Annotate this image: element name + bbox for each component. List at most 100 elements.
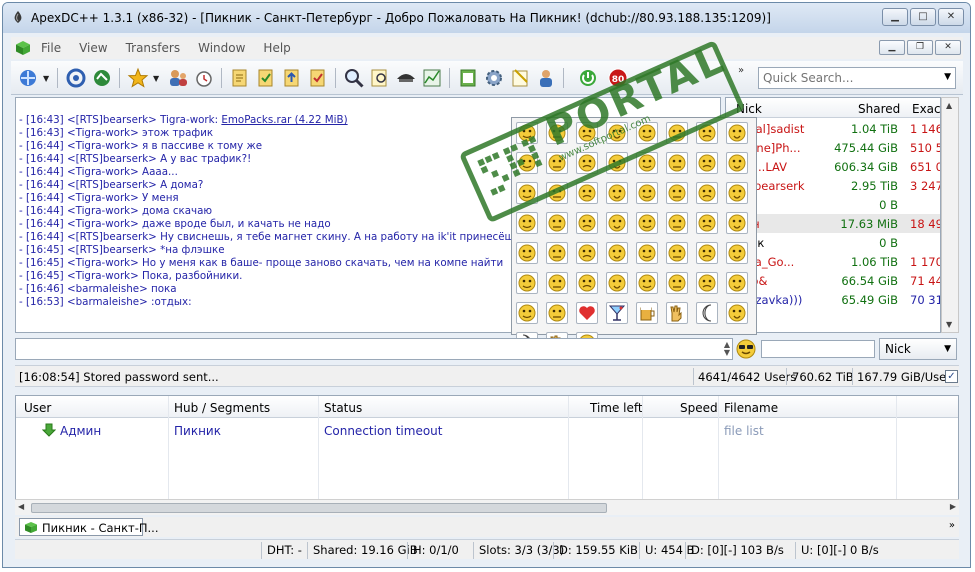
finished-downloads-icon[interactable] <box>255 67 277 89</box>
column-exact[interactable]: Exact <box>912 102 940 116</box>
search-icon[interactable] <box>343 67 365 89</box>
smiley-icon[interactable] <box>576 212 598 234</box>
smiley-icon[interactable] <box>516 272 538 294</box>
user-row[interactable]: dmin0 B <box>726 195 940 214</box>
smiley-icon[interactable] <box>546 152 568 174</box>
smiley-icon[interactable] <box>726 272 748 294</box>
speed-limit-icon[interactable]: 80 <box>607 67 629 89</box>
smiley-icon[interactable] <box>696 182 718 204</box>
user-row[interactable]: STK]...LAV 606.34 GiB 651 0 <box>726 157 940 176</box>
smiley-icon[interactable] <box>546 122 568 144</box>
user-row[interactable]: RTS]bearserk2.95 TiB3 247 5 <box>726 176 940 195</box>
heart-icon[interactable] <box>576 302 598 324</box>
column-filename[interactable]: Filename <box>724 401 778 415</box>
smiley-icon[interactable] <box>576 152 598 174</box>
column-status[interactable]: Status <box>324 401 362 415</box>
user-row[interactable]: Facro&66.54 GiB71 44 <box>726 271 940 290</box>
scroll-down-icon[interactable]: ▼ <box>946 320 952 329</box>
smiley-icon[interactable] <box>666 272 688 294</box>
input-spin-icon[interactable]: ▲ ▼ <box>724 341 730 357</box>
smiley-icon[interactable] <box>636 212 658 234</box>
smiley-icon[interactable] <box>606 242 628 264</box>
favorite-users-icon[interactable] <box>167 67 189 89</box>
cocktail-icon[interactable] <box>606 302 628 324</box>
smiley-icon[interactable] <box>516 302 538 324</box>
show-userlist-checkbox[interactable]: ✓ <box>945 370 958 383</box>
smiley-icon[interactable] <box>516 182 538 204</box>
chat-file-link[interactable]: EmoPacks.rar (4.22 MiB) <box>221 114 347 126</box>
message-input[interactable]: ▲ ▼ <box>15 338 733 360</box>
smiley-icon[interactable] <box>516 152 538 174</box>
transfers-hscrollbar[interactable]: ◀ ▶ <box>15 499 959 515</box>
mdi-restore-button[interactable]: ❐ <box>907 40 933 55</box>
notepad-icon[interactable] <box>457 67 479 89</box>
smiley-icon[interactable] <box>546 182 568 204</box>
user-row[interactable]: Amita_Go...1.06 TiB1 170 1 <box>726 252 940 271</box>
menu-view[interactable]: View <box>79 41 107 55</box>
hub-cube-icon[interactable] <box>15 40 31 56</box>
system-log-icon[interactable] <box>509 67 531 89</box>
smiley-icon[interactable] <box>546 272 568 294</box>
smiley-icon[interactable] <box>636 122 658 144</box>
menu-window[interactable]: Window <box>198 41 245 55</box>
connect-icon[interactable] <box>17 67 39 89</box>
user-filter-input[interactable] <box>761 340 875 358</box>
user-row[interactable]: икник0 B <box>726 233 940 252</box>
finished-uploads-icon[interactable] <box>307 67 329 89</box>
smiley-icon[interactable] <box>726 152 748 174</box>
cdm-debug-icon[interactable] <box>535 67 557 89</box>
smiley-icon[interactable] <box>726 302 748 324</box>
smiley-icon[interactable] <box>576 272 598 294</box>
smiley-icon[interactable] <box>666 182 688 204</box>
smiley-icon[interactable] <box>576 242 598 264</box>
recent-hubs-icon[interactable] <box>193 67 215 89</box>
user-row[interactable]: Arbital]sadist1.04 TiB1 146 · <box>726 119 940 138</box>
quick-search-input[interactable] <box>759 68 929 88</box>
upload-queue-icon[interactable] <box>281 67 303 89</box>
smiley-icon[interactable] <box>606 182 628 204</box>
minimize-button[interactable]: ▁ <box>882 8 908 26</box>
smiley-icon[interactable] <box>726 122 748 144</box>
user-list[interactable]: Nick Shared Exact Arbital]sadist1.04 TiB… <box>725 97 941 333</box>
smiley-icon[interactable] <box>516 122 538 144</box>
smiley-icon[interactable] <box>696 122 718 144</box>
smiley-icon[interactable] <box>666 212 688 234</box>
quick-search-combo[interactable]: ▼ <box>758 67 956 89</box>
close-button[interactable]: ✕ <box>938 8 964 26</box>
tab-hub-piknik[interactable]: Пикник - Санкт-П... <box>19 518 158 536</box>
scroll-up-icon[interactable]: ▲ <box>946 101 952 110</box>
smiley-icon[interactable] <box>726 242 748 264</box>
tab-overflow-icon[interactable]: » <box>949 520 955 531</box>
scroll-right-icon[interactable]: ▶ <box>950 502 956 511</box>
smiley-icon[interactable] <box>546 302 568 324</box>
settings-icon[interactable] <box>483 67 505 89</box>
smiley-icon[interactable] <box>636 272 658 294</box>
smiley-icon[interactable] <box>696 212 718 234</box>
mdi-close-button[interactable]: ✕ <box>935 40 961 55</box>
scroll-left-icon[interactable]: ◀ <box>18 502 24 511</box>
smiley-icon[interactable] <box>606 152 628 174</box>
smiley-icon[interactable] <box>546 242 568 264</box>
quick-search-dropdown-icon[interactable]: ▼ <box>944 72 951 82</box>
smiley-icon[interactable] <box>696 152 718 174</box>
smiley-icon[interactable] <box>726 212 748 234</box>
menu-help[interactable]: Help <box>263 41 290 55</box>
column-nick[interactable]: Nick <box>736 102 762 116</box>
half-moon-icon[interactable] <box>696 302 718 324</box>
search-spy-icon[interactable] <box>395 67 417 89</box>
rock-hand-icon[interactable] <box>666 302 688 324</box>
smiley-icon[interactable] <box>726 182 748 204</box>
smiley-icon[interactable] <box>696 272 718 294</box>
smiley-icon[interactable] <box>546 212 568 234</box>
column-time-left[interactable]: Time left <box>590 401 643 415</box>
filter-column-select[interactable]: Nick ▼ <box>879 338 957 360</box>
column-speed[interactable]: Speed <box>680 401 718 415</box>
smiley-icon[interactable] <box>666 122 688 144</box>
network-stats-icon[interactable] <box>421 67 443 89</box>
adl-search-icon[interactable] <box>369 67 391 89</box>
smiley-icon[interactable] <box>636 242 658 264</box>
user-row[interactable]: (merzavka))) 65.49 GiB 70 31 <box>726 290 940 309</box>
smiley-icon[interactable] <box>516 242 538 264</box>
column-user[interactable]: User <box>24 401 51 415</box>
smiley-icon[interactable] <box>636 152 658 174</box>
